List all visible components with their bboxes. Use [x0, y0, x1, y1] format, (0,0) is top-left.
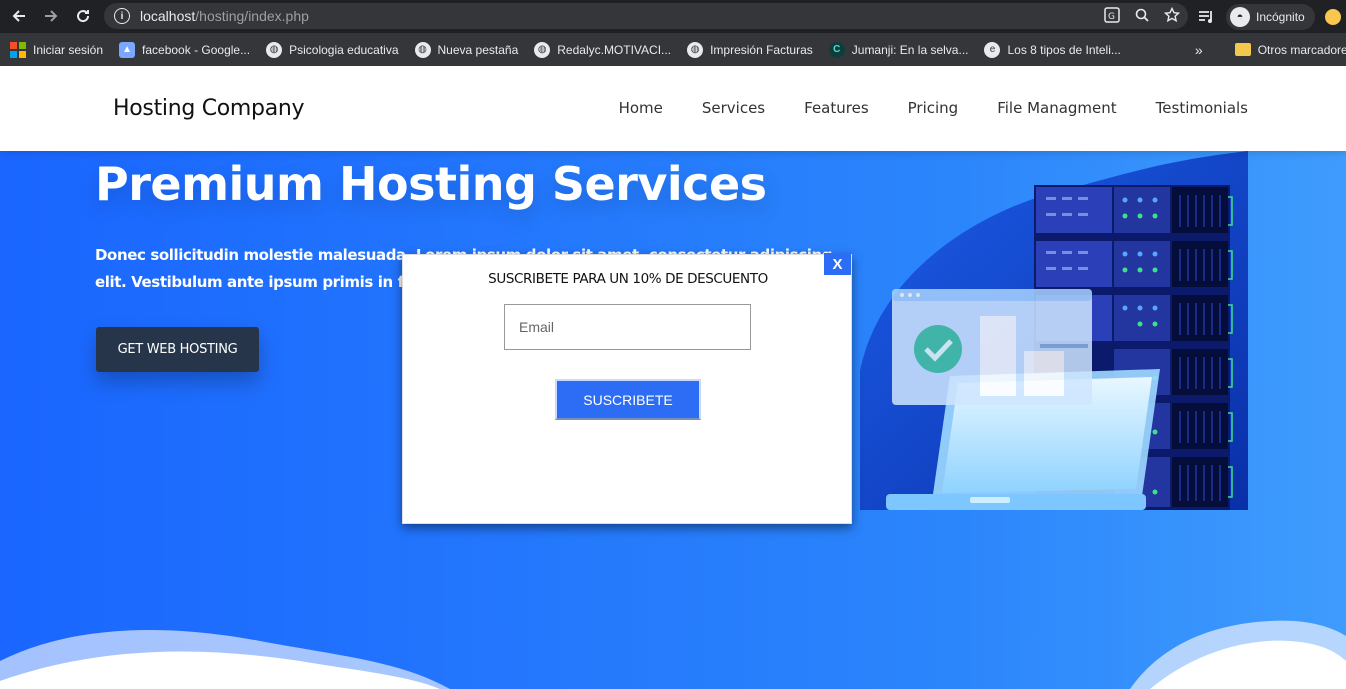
- other-bookmarks[interactable]: Otros marcadores: [1234, 42, 1346, 57]
- address-bar[interactable]: i localhost/hosting/index.php G: [104, 3, 1188, 29]
- globe-icon: ◍: [414, 41, 431, 58]
- hero-title: Premium Hosting Services: [95, 157, 767, 211]
- wave-left-decoration: [0, 629, 450, 689]
- reload-button[interactable]: [68, 1, 98, 31]
- media-queue-icon[interactable]: [1198, 9, 1216, 25]
- bookmark-label: Los 8 tipos de Inteli...: [1007, 42, 1121, 57]
- bookmark-item[interactable]: ◍ Nueva pestaña: [414, 41, 519, 58]
- graduation-cap-icon: ▲: [119, 41, 136, 58]
- main-nav: Home Services Features Pricing File Mana…: [619, 99, 1248, 117]
- svg-text:G: G: [1108, 12, 1115, 22]
- other-bookmarks-label: Otros marcadores: [1257, 42, 1346, 57]
- server-illustration: [860, 151, 1248, 510]
- globe-icon: ◍: [687, 41, 704, 58]
- incognito-badge[interactable]: ◓ Incógnito: [1226, 3, 1315, 30]
- bookmark-item[interactable]: ◍ Redalyc.MOTIVACI...: [534, 41, 672, 58]
- circle-e-icon: e: [984, 41, 1001, 58]
- modal-title: SUSCRIBETE PARA UN 10% DE DESCUENTO: [488, 271, 768, 287]
- microsoft-icon: [10, 41, 26, 58]
- nav-services[interactable]: Services: [702, 99, 765, 117]
- incognito-icon: ◓: [1230, 6, 1250, 27]
- bookmark-label: Nueva pestaña: [437, 42, 519, 57]
- bookmark-item[interactable]: ▲ facebook - Google...: [119, 41, 251, 58]
- incognito-label: Incógnito: [1256, 9, 1305, 24]
- bookmark-label: Impresión Facturas: [710, 42, 813, 57]
- subscribe-button[interactable]: SUSCRIBETE: [555, 379, 701, 420]
- page-viewport: Premium Hosting Services Donec sollicitu…: [0, 66, 1346, 689]
- bookmark-item[interactable]: ◍ Psicologia educativa: [266, 41, 399, 58]
- subscribe-modal: X SUSCRIBETE PARA UN 10% DE DESCUENTO SU…: [402, 253, 852, 524]
- bookmark-label: Iniciar sesión: [33, 42, 104, 57]
- bookmark-item[interactable]: C Jumanji: En la selva...: [828, 41, 969, 58]
- url-host: localhost: [140, 8, 196, 24]
- c-logo-icon: C: [828, 41, 845, 58]
- back-button[interactable]: [4, 1, 34, 31]
- zoom-icon[interactable]: [1134, 7, 1150, 23]
- nav-features[interactable]: Features: [804, 99, 869, 117]
- globe-icon: ◍: [534, 41, 551, 58]
- extension-icon[interactable]: [1324, 8, 1341, 25]
- bookmark-label: facebook - Google...: [142, 42, 251, 57]
- forward-button[interactable]: [36, 1, 66, 31]
- star-icon[interactable]: [1164, 7, 1180, 23]
- nav-home[interactable]: Home: [619, 99, 663, 117]
- globe-icon: ◍: [266, 41, 283, 58]
- arrow-right-icon: [45, 10, 58, 22]
- email-input[interactable]: [504, 304, 751, 350]
- bookmark-label: Psicologia educativa: [289, 42, 399, 57]
- wave-right-decoration: [1130, 620, 1346, 689]
- browser-toolbar: i localhost/hosting/index.php G ◓ Incógn…: [0, 0, 1346, 33]
- url-path: /hosting/index.php: [195, 8, 309, 24]
- site-brand[interactable]: Hosting Company: [113, 96, 305, 121]
- nav-pricing[interactable]: Pricing: [908, 99, 959, 117]
- bookmark-label: Redalyc.MOTIVACI...: [557, 42, 672, 57]
- translate-icon[interactable]: G: [1104, 7, 1120, 23]
- bookmarks-bar: Iniciar sesión ▲ facebook - Google... ◍ …: [0, 33, 1346, 66]
- browser-window-graphic: [892, 289, 1092, 405]
- folder-icon: [1234, 43, 1251, 56]
- bookmark-item[interactable]: Iniciar sesión: [10, 41, 104, 58]
- site-header: Hosting Company Home Services Features P…: [0, 66, 1346, 151]
- get-web-hosting-button[interactable]: GET WEB HOSTING: [96, 327, 259, 372]
- nav-testimonials[interactable]: Testimonials: [1156, 99, 1248, 117]
- nav-file-managment[interactable]: File Managment: [997, 99, 1116, 117]
- bookmarks-overflow-button[interactable]: »: [1195, 42, 1203, 58]
- info-icon[interactable]: i: [114, 8, 130, 24]
- arrow-left-icon: [12, 10, 25, 22]
- bookmark-item[interactable]: e Los 8 tipos de Inteli...: [984, 41, 1121, 58]
- bookmark-item[interactable]: ◍ Impresión Facturas: [687, 41, 813, 58]
- bookmark-label: Jumanji: En la selva...: [851, 42, 969, 57]
- reload-icon: [77, 10, 90, 23]
